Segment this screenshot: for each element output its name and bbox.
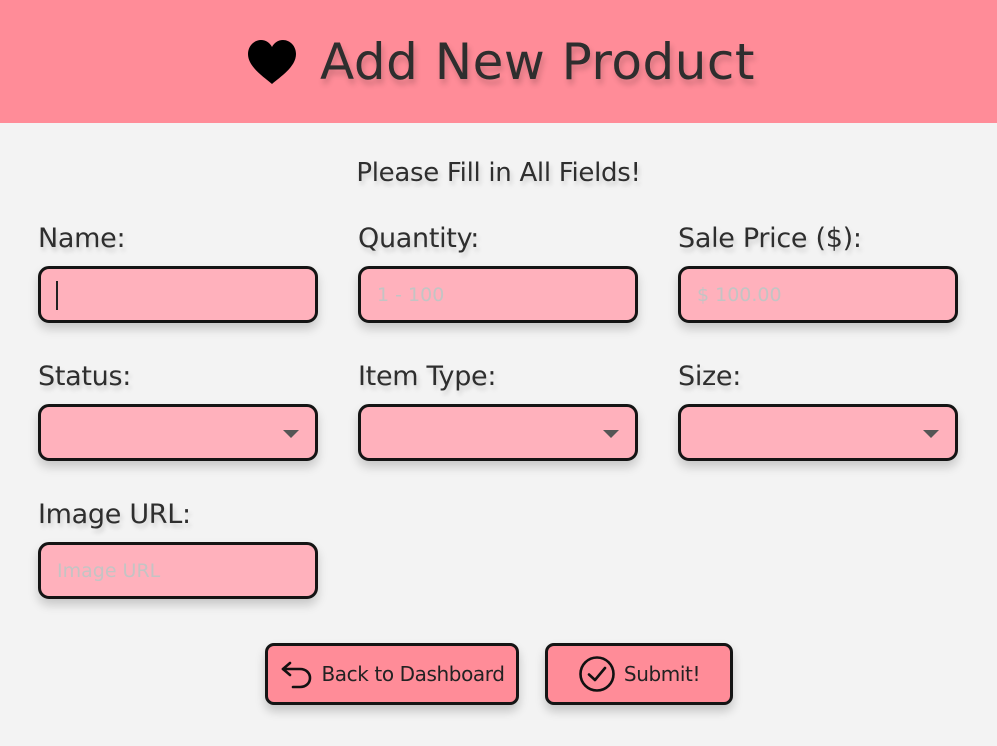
sale-price-input-box[interactable] (678, 266, 958, 323)
image-url-input[interactable] (41, 545, 315, 596)
submit-button-label: Submit! (623, 662, 701, 686)
status-label: Status: (38, 361, 132, 392)
back-to-dashboard-button[interactable]: Back to Dashboard (265, 643, 519, 705)
dropdown-arrow-icon (283, 430, 299, 438)
form-instruction: Please Fill in All Fields! (356, 158, 641, 188)
item-type-label: Item Type: (358, 361, 497, 392)
image-url-input-box[interactable] (38, 542, 318, 599)
heart-icon (248, 39, 296, 84)
sale-price-field-group: Sale Price ($): (678, 222, 960, 323)
status-field-group: Status: (38, 360, 320, 461)
name-field-group: Name: (38, 222, 320, 323)
name-label: Name: (38, 223, 126, 254)
check-circle-icon (579, 656, 615, 692)
text-caret (56, 281, 58, 310)
size-select[interactable] (678, 404, 958, 461)
page-title: Add New Product (320, 32, 755, 91)
submit-button[interactable]: Submit! (545, 643, 733, 705)
dropdown-arrow-icon (603, 430, 619, 438)
undo-arrow-icon (282, 661, 312, 689)
sale-price-input[interactable] (681, 269, 955, 320)
size-field-group: Size: (678, 360, 960, 461)
dropdown-arrow-icon (923, 430, 939, 438)
name-input-box[interactable] (38, 266, 318, 323)
back-button-label: Back to Dashboard (321, 662, 505, 686)
page-header: Add New Product (0, 0, 997, 123)
image-url-field-group: Image URL: (38, 498, 320, 599)
item-type-select[interactable] (358, 404, 638, 461)
quantity-input[interactable] (361, 269, 635, 320)
sale-price-label: Sale Price ($): (678, 223, 862, 254)
size-label: Size: (678, 361, 742, 392)
quantity-input-box[interactable] (358, 266, 638, 323)
name-input[interactable] (41, 269, 315, 320)
quantity-label: Quantity: (358, 223, 480, 254)
item-type-field-group: Item Type: (358, 360, 640, 461)
header-content: Add New Product (246, 33, 755, 91)
quantity-field-group: Quantity: (358, 222, 640, 323)
image-url-label: Image URL: (38, 499, 191, 530)
status-select[interactable] (38, 404, 318, 461)
